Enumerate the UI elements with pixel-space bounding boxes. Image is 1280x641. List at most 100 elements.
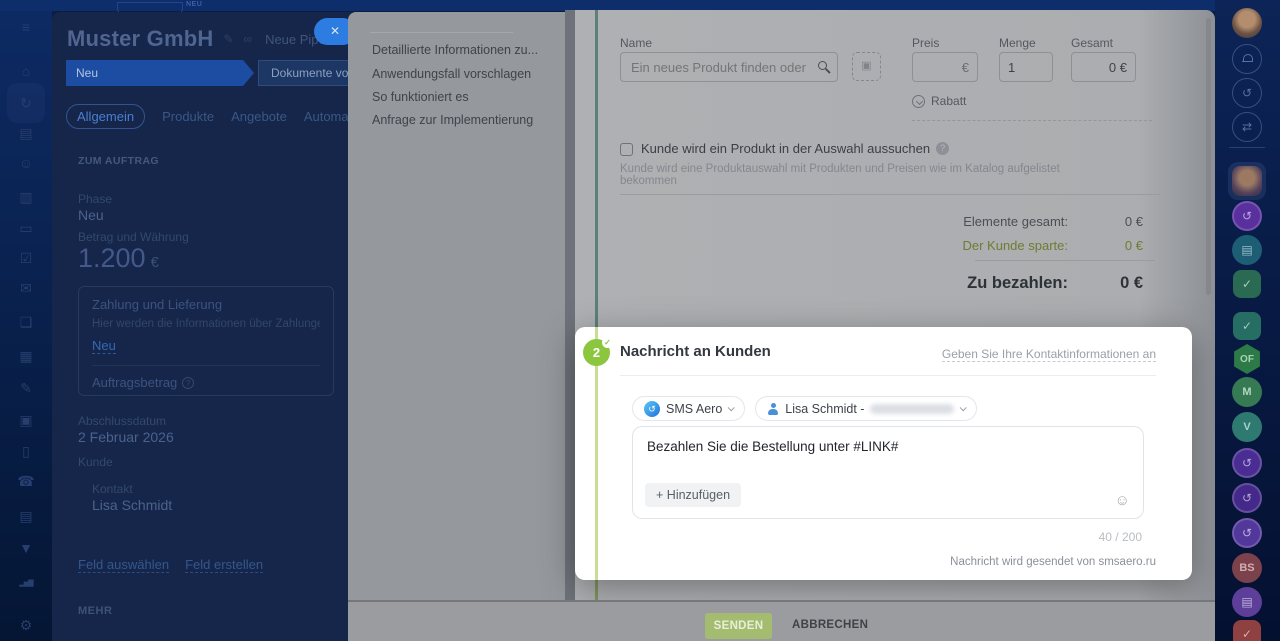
panel-scrollbar[interactable] <box>1206 18 1211 295</box>
close-lead-button[interactable]: ✕ <box>314 18 352 45</box>
price-input[interactable]: € <box>912 52 978 82</box>
user-avatar[interactable] <box>1232 8 1262 38</box>
sum-elements-value: 0 € <box>1124 214 1143 229</box>
board-icon[interactable]: ▭ <box>0 220 52 236</box>
search-icon[interactable] <box>818 61 827 70</box>
qty-label: Menge <box>999 36 1036 50</box>
qty-input[interactable]: 1 <box>999 52 1053 82</box>
product-choice-label: Kunde wird ein Produkt in der Auswahl au… <box>641 141 950 156</box>
tasks-check-icon[interactable]: ✓ <box>1233 270 1261 298</box>
menu-item-so-funktioniert[interactable]: So funktioniert es <box>372 90 469 104</box>
more-link[interactable]: MEHR <box>78 605 112 617</box>
recipient-select[interactable]: Lisa Schmidt - <box>755 396 978 421</box>
radar-icon[interactable]: ↺ <box>1232 78 1262 108</box>
emoji-icon[interactable]: ☺ <box>1115 492 1130 509</box>
contact-label: Kontakt <box>92 482 133 496</box>
cancel-button[interactable]: ABBRECHEN <box>792 619 868 631</box>
notifications-bell-icon[interactable] <box>1232 44 1262 74</box>
chats-icon[interactable]: ❏ <box>0 314 52 330</box>
dashed-divider <box>912 120 1152 121</box>
deals-icon[interactable]: ↻ <box>0 95 52 111</box>
teammate-avatar[interactable] <box>1228 162 1266 200</box>
redacted-phone <box>870 403 955 414</box>
app-root: NEU ≡ ⌂ ↻ ▤ ☺ ▥ ▭ ☑ ✉ ❏ ▦ ✎ ▣ ▯ ☎ ▤ ▼ ▂▅… <box>0 0 1280 641</box>
message-textarea[interactable]: Bezahlen Sie die Bestellung unter #LINK#… <box>632 426 1144 519</box>
badge-bs[interactable]: BS <box>1232 553 1262 583</box>
image-placeholder-icon[interactable]: ▣ <box>852 52 881 81</box>
notes-icon[interactable]: ✎ <box>0 380 52 396</box>
stage-dokumente[interactable]: Dokumente vorbere <box>258 60 352 86</box>
person-icon <box>767 402 779 415</box>
tasks-check-icon-3[interactable]: ✓ <box>1233 620 1261 641</box>
contacts-icon[interactable]: ☺ <box>0 155 52 171</box>
link-icon[interactable]: ∞ <box>244 32 253 46</box>
app-spiral-icon-4[interactable]: ↺ <box>1232 518 1262 548</box>
stats-icon[interactable]: ▂▅▇ <box>0 576 52 592</box>
contact-card-icon-2[interactable]: ▤ <box>1232 587 1262 617</box>
discount-toggle[interactable]: Rabatt <box>912 94 966 108</box>
phone-icon[interactable]: ☎ <box>0 473 52 489</box>
send-button[interactable]: SENDEN <box>705 613 772 639</box>
plus-icon: + <box>656 488 664 502</box>
inbox-icon[interactable]: ▥ <box>0 189 52 205</box>
add-placeholder-button[interactable]: + Hinzufügen <box>645 483 742 507</box>
contact-card-icon[interactable]: ▤ <box>1232 235 1262 265</box>
name-label: Name <box>620 36 653 50</box>
menu-item-anwendungsfall[interactable]: Anwendungsfall vorschlagen <box>372 67 531 81</box>
bell-icon <box>1241 53 1253 65</box>
badge-of[interactable]: OF <box>1234 344 1260 374</box>
right-sidebar: ↺ ⇄ ↺ ▤ ✓ ✓ OF M V ↺ ↺ ↺ BS ▤ ✓ <box>1215 0 1280 641</box>
tab-allgemein[interactable]: Allgemein <box>66 104 146 129</box>
tab-automatisierung[interactable]: Automatisieru <box>304 109 352 124</box>
app-spiral-icon[interactable]: ↺ <box>1232 201 1262 231</box>
left-sidebar: ≡ ⌂ ↻ ▤ ☺ ▥ ▭ ☑ ✉ ❏ ▦ ✎ ▣ ▯ ☎ ▤ ▼ ▂▅▇ ⚙ <box>0 11 52 641</box>
news-icon[interactable]: ▤ <box>0 125 52 141</box>
product-search-input[interactable] <box>620 52 838 82</box>
tab-angebote[interactable]: Angebote <box>231 109 287 124</box>
total-input[interactable]: 0 € <box>1071 52 1136 82</box>
provider-select[interactable]: ↺ SMS Aero <box>632 396 746 421</box>
product-choice-checkbox[interactable] <box>620 143 633 156</box>
filter-icon[interactable]: ▼ <box>0 540 52 556</box>
modal-divider <box>620 375 1156 376</box>
tasks-check-icon-2[interactable]: ✓ <box>1233 312 1261 340</box>
app-spiral-icon-2[interactable]: ↺ <box>1232 448 1262 478</box>
mail-icon[interactable]: ✉ <box>0 280 52 296</box>
sender-note: Nachricht wird gesendet von smsaero.ru <box>950 556 1156 568</box>
badge-m[interactable]: M <box>1232 377 1262 407</box>
payment-status-link[interactable]: Neu <box>92 338 116 354</box>
payment-desc: Hier werden die Informationen über Zahlu… <box>92 318 320 330</box>
tasks-icon[interactable]: ☑ <box>0 250 52 266</box>
app-spiral-icon-3[interactable]: ↺ <box>1232 483 1262 513</box>
step-check-icon: ✓ <box>602 337 613 348</box>
settings-icon[interactable]: ⚙ <box>0 617 52 633</box>
menu-item-detaillierte[interactable]: Detaillierte Informationen zu... <box>372 43 538 57</box>
edit-icon[interactable]: ✎ <box>223 32 233 46</box>
home-icon[interactable]: ⌂ <box>0 63 52 79</box>
discount-label: Rabatt <box>931 94 967 108</box>
select-field-link[interactable]: Feld auswählen <box>78 557 170 573</box>
menu-item-anfrage[interactable]: Anfrage zur Implementierung <box>372 113 533 127</box>
lead-titlebar: Muster GmbH ✎ ∞ Neue Pipeline <box>67 26 352 52</box>
qty-value: 1 <box>1008 60 1016 75</box>
char-counter: 40 / 200 <box>1098 530 1142 544</box>
create-field-link[interactable]: Feld erstellen <box>185 557 264 573</box>
recipient-label: Lisa Schmidt - <box>785 401 865 416</box>
tab-produkte[interactable]: Produkte <box>162 109 214 124</box>
section-zum-auftrag: ZUM AUFTRAG <box>78 155 159 167</box>
order-amount-row: Auftragsbetrag ? <box>92 375 320 390</box>
contact-info-link[interactable]: Geben Sie Ihre Kontaktinformationen an <box>941 347 1156 362</box>
payment-box: Zahlung und Lieferung Hier werden die In… <box>78 286 334 396</box>
badge-v[interactable]: V <box>1232 412 1262 442</box>
contact-value[interactable]: Lisa Schmidt <box>92 497 172 513</box>
calendar-icon[interactable]: ▦ <box>0 348 52 364</box>
archive-icon[interactable]: ▣ <box>0 412 52 428</box>
chat-arrows-icon[interactable]: ⇄ <box>1232 112 1262 142</box>
sms-aero-icon: ↺ <box>644 400 660 417</box>
total-value: 0 € <box>1108 60 1127 75</box>
cards-icon[interactable]: ▤ <box>0 508 52 524</box>
menu-icon[interactable]: ≡ <box>0 19 52 35</box>
sum-savings-label: Der Kunde sparte: <box>962 238 1068 253</box>
stage-neu[interactable]: Neu <box>66 60 254 86</box>
files-icon[interactable]: ▯ <box>0 443 52 459</box>
